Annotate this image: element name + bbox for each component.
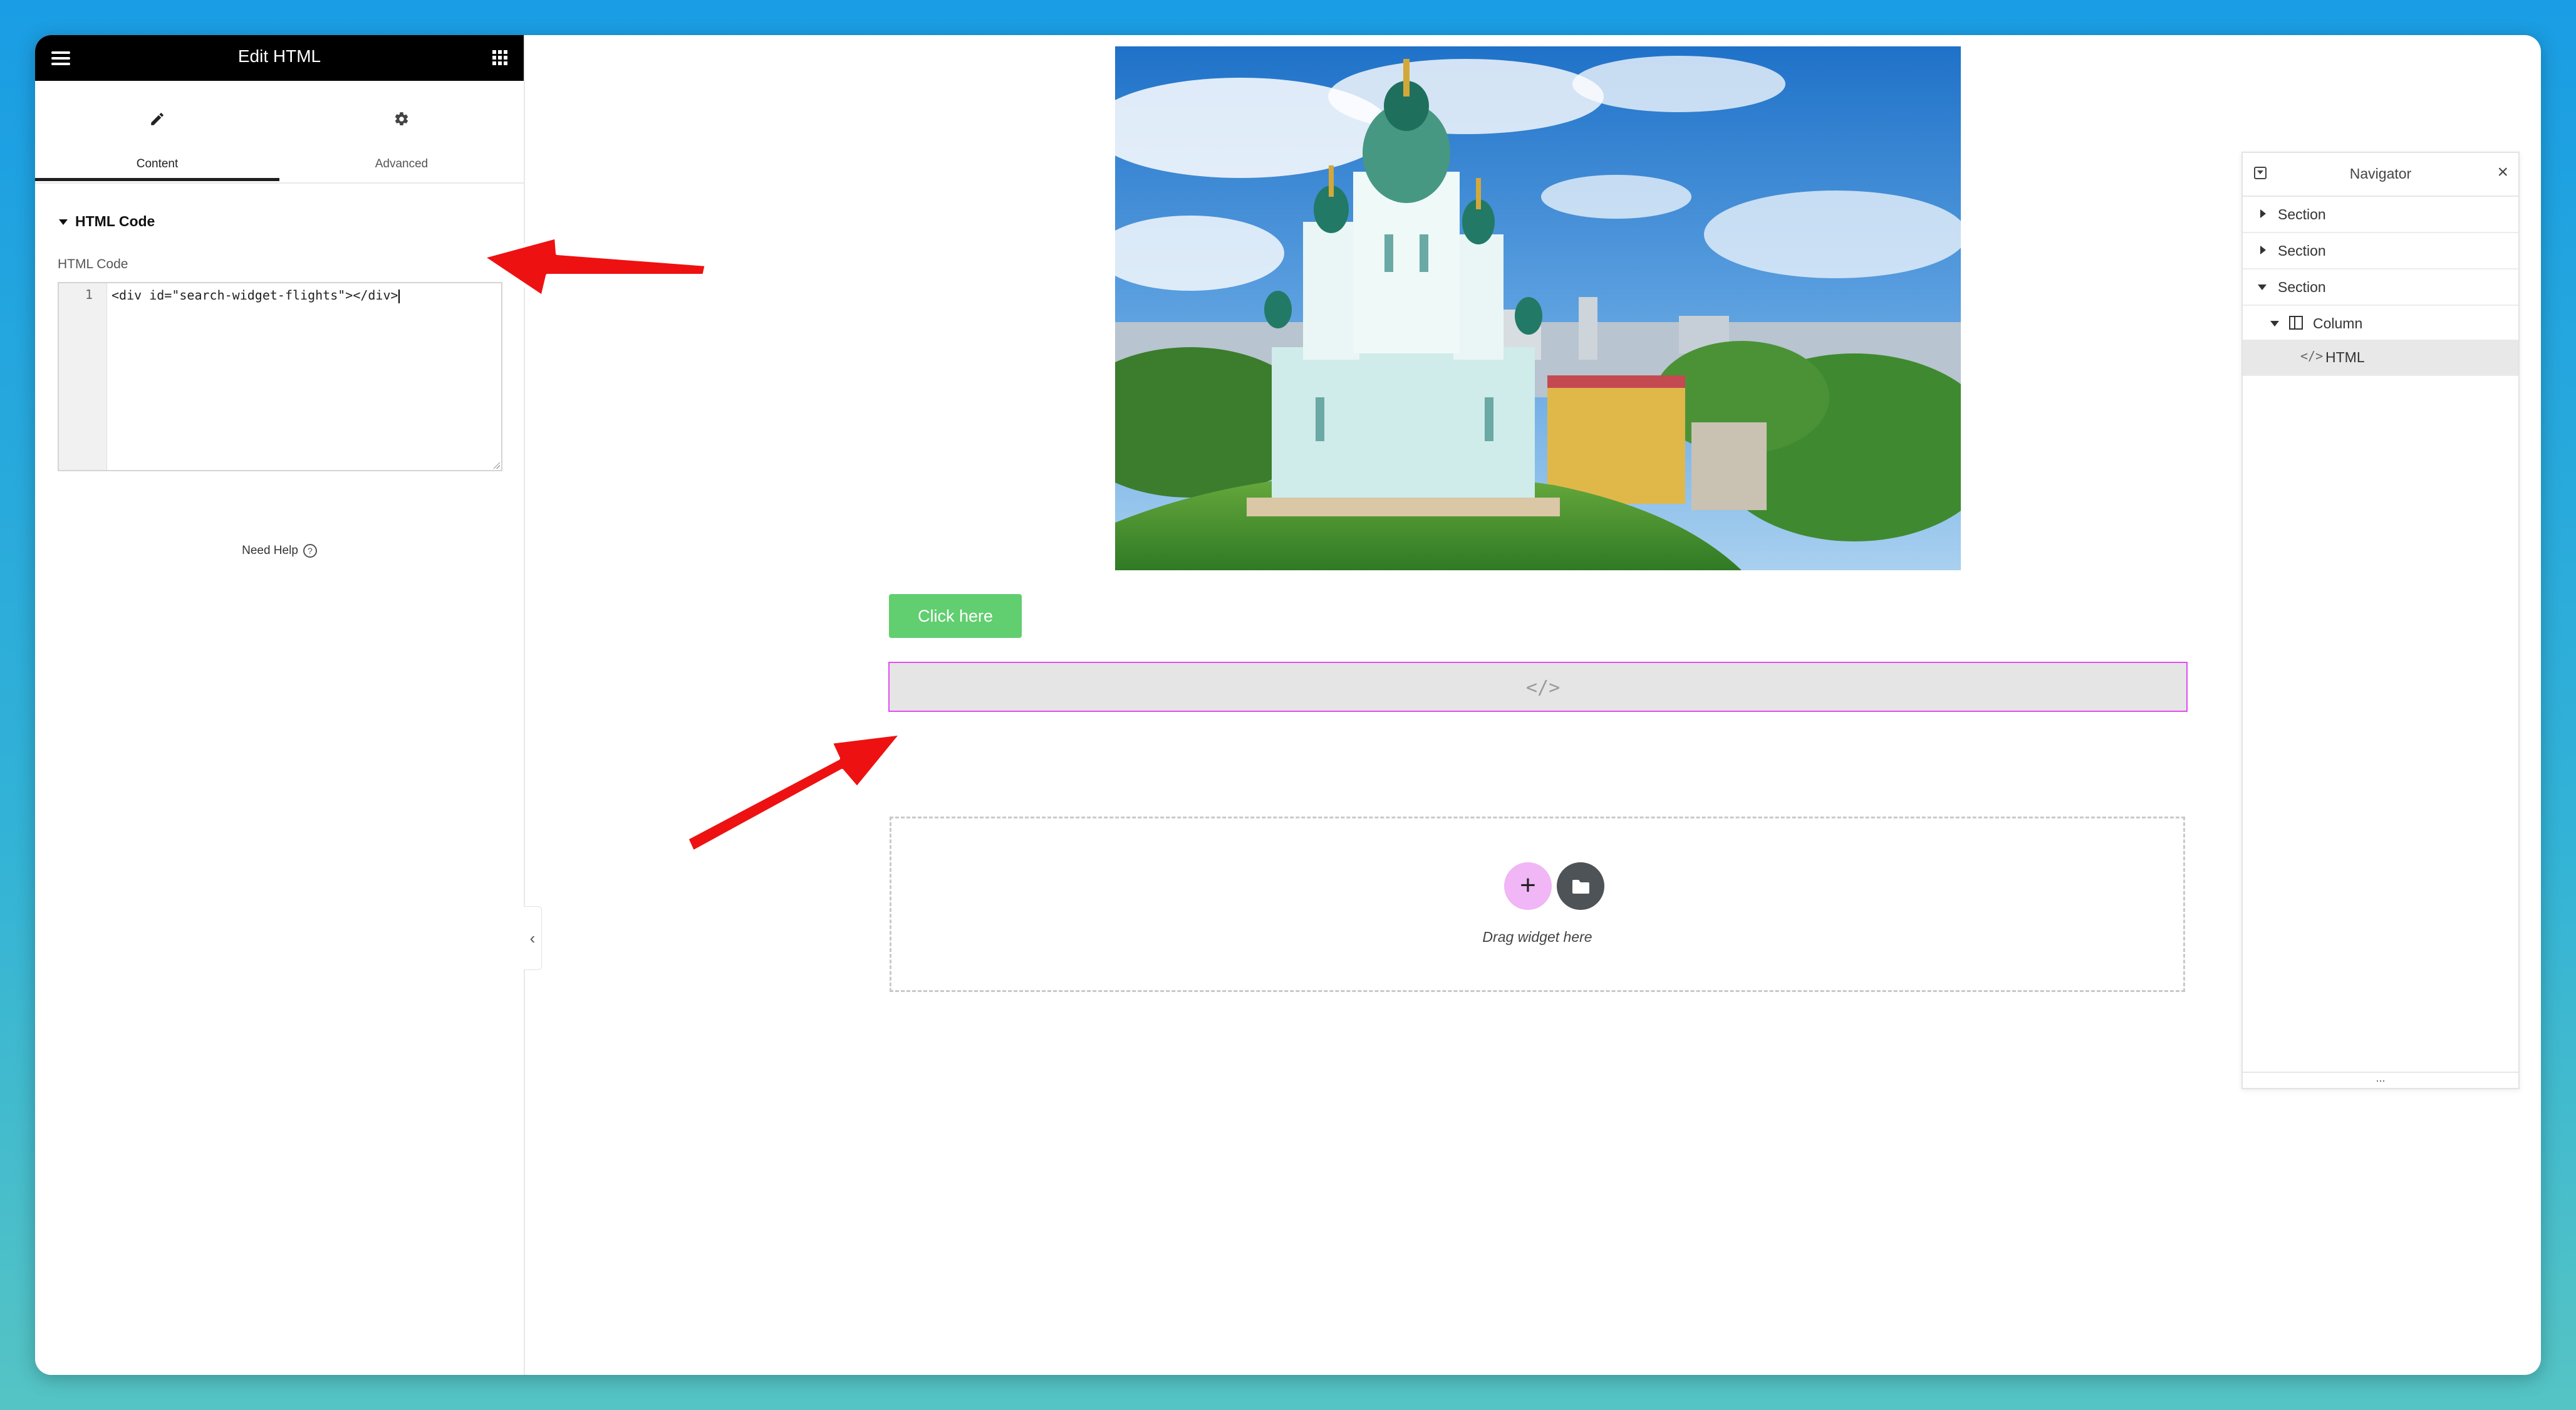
question-circle-icon: ? [303, 544, 317, 558]
section-title: HTML Code [75, 213, 155, 229]
panel-header: Edit HTML [35, 35, 524, 81]
navigator-item-html[interactable]: </> HTML [2243, 340, 2518, 376]
navigator-item-label: Section [2278, 243, 2326, 259]
html-code-section-toggle[interactable]: HTML Code [59, 213, 155, 230]
navigator-item-section[interactable]: Section [2243, 197, 2518, 233]
code-line[interactable]: <div id="search-widget-flights"></div> [112, 288, 400, 303]
line-number: 1 [85, 287, 93, 302]
html-code-field-label: HTML Code [58, 257, 128, 271]
navigator-panel: Navigator × Section Section Section Colu… [2241, 152, 2520, 1089]
close-icon[interactable]: × [2497, 162, 2508, 183]
click-here-button[interactable]: Click here [889, 594, 1022, 638]
tab-advanced[interactable]: Advanced [279, 81, 524, 181]
caret-down-icon [59, 219, 68, 226]
need-help-link[interactable]: Need Help? [35, 544, 524, 558]
navigator-item-column[interactable]: Column [2243, 306, 2518, 341]
navigator-item-section[interactable]: Section [2243, 233, 2518, 269]
navigator-resize-handle[interactable]: ... [2243, 1072, 2518, 1088]
text-caret [398, 289, 400, 303]
navigator-item-label: Section [2278, 206, 2326, 222]
tab-advanced-label: Advanced [375, 157, 428, 170]
editor-window: Edit HTML Content Advanced HTML Code HTM… [35, 35, 2541, 1375]
navigator-header: Navigator × [2243, 153, 2518, 197]
code-gutter: 1 [59, 283, 107, 470]
drag-widget-hint: Drag widget here [1482, 929, 1592, 945]
add-section-button[interactable]: + [1504, 862, 1552, 910]
pencil-icon [35, 111, 279, 130]
panel-tabs: Content Advanced [35, 81, 524, 184]
tab-content-label: Content [136, 157, 179, 170]
code-brackets-icon: </> [1526, 677, 1561, 699]
widgets-grid-icon[interactable] [492, 50, 507, 65]
collapse-panel-chevron-icon[interactable]: ‹ [524, 906, 542, 970]
navigator-item-label: Section [2278, 279, 2326, 295]
code-icon: </> [2300, 348, 2324, 363]
folder-icon [1572, 880, 1589, 894]
template-library-button[interactable] [1557, 862, 1604, 910]
code-text: <div id="search-widget-flights"></div> [112, 288, 398, 303]
caret-down-icon [2258, 285, 2267, 290]
caret-down-icon [2270, 321, 2279, 326]
navigator-item-label: Column [2313, 315, 2363, 332]
html-code-editor[interactable]: 1 <div id="search-widget-flights"></div> [58, 282, 502, 471]
navigator-title: Navigator [2349, 165, 2412, 182]
navigator-item-label: HTML [2325, 349, 2365, 365]
html-widget-placeholder[interactable]: </> [888, 662, 2188, 712]
panel-title: Edit HTML [237, 46, 321, 66]
church-photo-drawing [1115, 46, 1961, 570]
navigator-item-section[interactable]: Section [2243, 269, 2518, 306]
church-photo[interactable] [1115, 46, 1961, 570]
need-help-label: Need Help [242, 544, 298, 558]
edit-panel: Edit HTML Content Advanced HTML Code HTM… [35, 35, 525, 1375]
widget-drop-zone[interactable]: + Drag widget here [890, 817, 2185, 992]
caret-right-icon [2260, 209, 2266, 218]
resize-handle-icon[interactable] [492, 461, 500, 469]
caret-right-icon [2260, 246, 2266, 254]
tab-content[interactable]: Content [35, 81, 279, 181]
gear-icon [279, 111, 524, 130]
column-icon [2289, 316, 2303, 330]
